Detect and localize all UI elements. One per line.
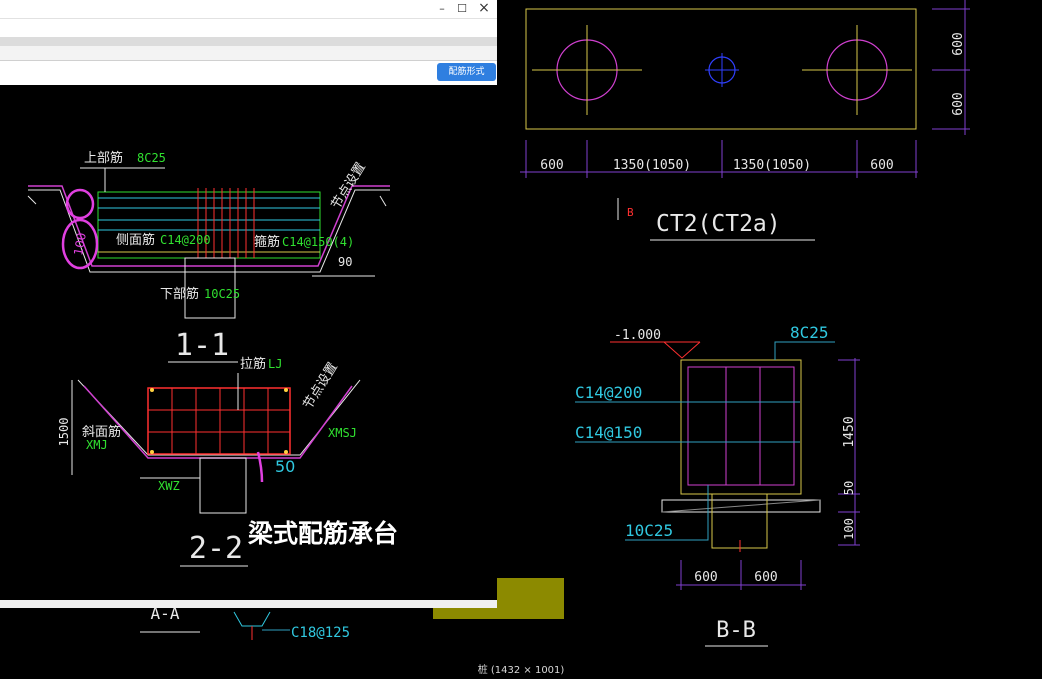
dialog-titlebar[interactable]: – ☐ × <box>0 0 497 19</box>
side-bar-label: 侧面筋 <box>116 232 155 248</box>
bottom-xwz: XWZ <box>158 479 180 493</box>
label-c18: C18@125 <box>291 625 350 641</box>
caption-beam-cap: 梁式配筋承台 <box>247 519 398 548</box>
plan-marker: B <box>627 206 634 219</box>
dialog-toolbar <box>0 61 497 85</box>
plan-dim-right-2: 600 <box>951 92 966 115</box>
annot-50: 50 <box>275 457 295 476</box>
section-bb: -1.000 C14@200 C14@150 8C25 10C25 1450 5… <box>575 323 860 647</box>
rebar-diagram-area: 上部筋 8C25 侧面筋 C14@200 箍筋 C14@150(4) 下部筋 1… <box>0 85 497 600</box>
top-bar-value: 8C25 <box>137 151 166 165</box>
dialog-toolbar-strip <box>0 46 497 61</box>
bottom-bar-value: 10C25 <box>204 287 240 301</box>
angle-label: 90 <box>338 255 352 269</box>
bb-dim-bottom-1: 600 <box>694 570 717 585</box>
height-1500: 1500 <box>57 418 71 447</box>
minimize-button[interactable]: – <box>432 1 452 16</box>
top-bar-label: 上部筋 <box>84 150 123 166</box>
stirrup-value: C14@150(4) <box>282 235 354 249</box>
stirrup-label: 箍筋 <box>254 234 280 250</box>
dialog-bottom-edge <box>0 600 497 608</box>
bb-side-bar: C14@200 <box>575 383 642 402</box>
tie-bar-value: LJ <box>268 357 282 371</box>
section-title-1-1: 1-1 <box>175 328 229 363</box>
image-caption: 桩 (1432 × 1001) <box>477 665 565 676</box>
plan-dim-right-1: 600 <box>951 32 966 55</box>
plan-label: CT2(CT2a) <box>656 211 781 237</box>
close-button[interactable]: × <box>474 1 494 16</box>
section-title-2-2: 2-2 <box>189 531 243 566</box>
slope-bar-right: XMSJ <box>328 426 357 440</box>
rebar-form-button[interactable]: 配筋形式 <box>437 63 496 81</box>
bb-top-bar: 8C25 <box>790 323 829 342</box>
bb-dim-right-3: 100 <box>842 518 856 540</box>
bb-dim-right-2: 50 <box>842 481 856 495</box>
bb-bottom-bar: 10C25 <box>625 521 673 540</box>
bb-dim-right-1: 1450 <box>842 416 857 447</box>
section-1-1: 上部筋 8C25 侧面筋 C14@200 箍筋 C14@150(4) 下部筋 1… <box>27 150 390 363</box>
plan-dim-bottom-4: 600 <box>870 158 893 173</box>
rebar-config-dialog: – ☐ × 配筋形式 上部筋 8C25 侧面筋 C14@200 箍筋 C14@1… <box>0 0 497 608</box>
plan-view: 600 600 600 1350(1050) 1350(1050) 600 B … <box>520 0 970 241</box>
annotation-stroke <box>256 451 264 483</box>
slope-bar-left: XMJ <box>86 438 108 452</box>
section-2-2: 1500 拉筋 LJ 斜面筋 XMJ XMSJ 节点设置 XWZ 50 2-2 … <box>57 356 398 567</box>
annotation-circle-1 <box>65 188 95 220</box>
dialog-separator <box>0 37 497 46</box>
plan-dim-bottom-2: 1350(1050) <box>613 158 691 173</box>
rebar-diagram: 上部筋 8C25 侧面筋 C14@200 箍筋 C14@150(4) 下部筋 1… <box>27 150 398 567</box>
bb-elevation: -1.000 <box>614 328 661 343</box>
bb-stirrup: C14@150 <box>575 423 642 442</box>
bb-dim-bottom-2: 600 <box>754 570 777 585</box>
side-bar-value: C14@200 <box>160 233 211 247</box>
tie-bar-label: 拉筋 <box>240 356 266 372</box>
bb-title: B-B <box>716 618 756 643</box>
node-setting-2: 节点设置 <box>301 360 341 412</box>
maximize-button[interactable]: ☐ <box>452 1 472 16</box>
plan-dim-bottom-3: 1350(1050) <box>733 158 811 173</box>
plan-dim-bottom-1: 600 <box>540 158 563 173</box>
bottom-bar-label: 下部筋 <box>160 286 199 302</box>
dialog-header-area <box>0 19 497 37</box>
